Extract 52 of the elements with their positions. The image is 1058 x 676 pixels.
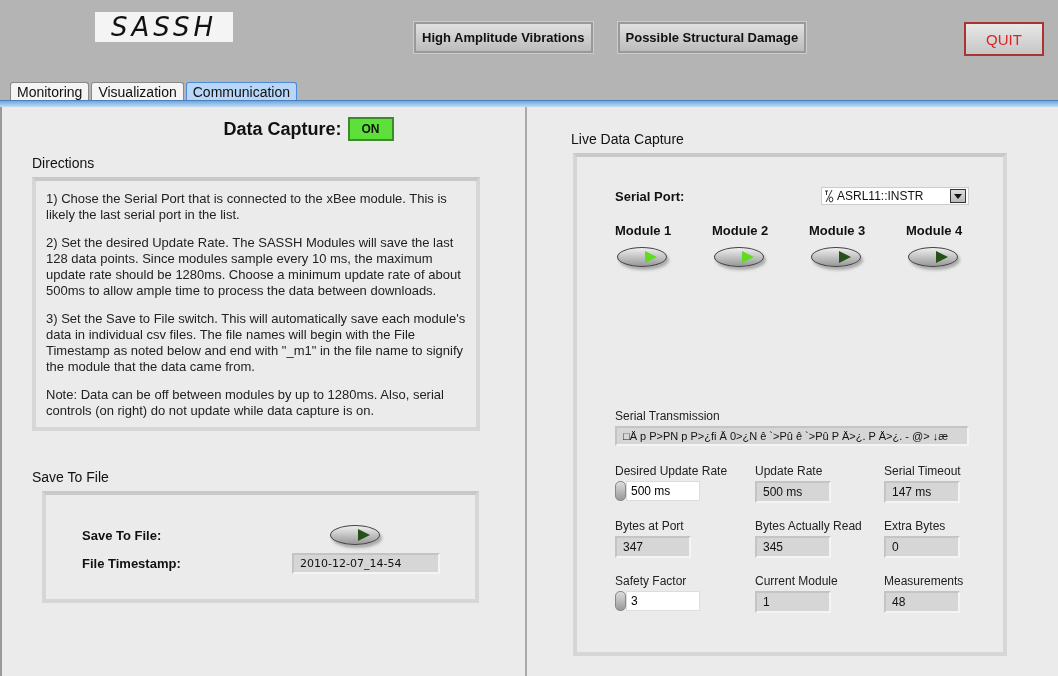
tab[interactable]: Visualization	[91, 82, 184, 100]
lamp-button[interactable]	[330, 525, 380, 545]
directions-text: 2) Set the desired Update Rate. The SASSH Modules will save the last 128 data points. Since modules sample every 10 ms, the maximum update rate should be 1280ms. Choose a minimum update rate of about 500ms to allow ample time to process the data between downloads.	[46, 235, 462, 299]
field-label: Measurements	[884, 574, 965, 588]
value-display: 500 ms	[755, 481, 831, 503]
timestamp-display: 2010-12-07_14-54	[292, 552, 440, 574]
module-label: Module 1	[615, 223, 672, 238]
io-icon	[824, 189, 834, 203]
section-title: Save To File	[32, 469, 110, 485]
section-title: Directions	[32, 155, 96, 171]
lamp-button[interactable]	[617, 247, 667, 267]
field-label: Safety Factor	[615, 574, 688, 588]
alarm-indicator: High Amplitude Vibrations	[414, 22, 593, 53]
lamp-button[interactable]	[908, 247, 958, 267]
input-field[interactable]: 500 ms	[626, 481, 700, 501]
module-label: Module 2	[712, 223, 769, 238]
data-capture-label: Data Capture:	[223, 118, 342, 140]
serial-port-dropdown[interactable]: ASRL11::INSTR	[821, 187, 969, 205]
spinner-icon[interactable]	[615, 591, 626, 611]
data-capture-indicator: ON	[347, 117, 394, 141]
value-display: 347	[615, 536, 691, 558]
field-label: Extra Bytes	[884, 519, 947, 533]
save-to-file-label: Save To File:	[82, 527, 163, 543]
directions-text: 3) Set the Save to File switch. This will automatically save each module's data in individual csv files. The file names will begin with the File Timestamp as noted below and end with "_m1" in the file name to signify the module that the data came from.	[46, 311, 467, 375]
serial-transmission-label: Serial Transmission	[615, 409, 721, 423]
field-label: Desired Update Rate	[615, 464, 729, 478]
tab[interactable]: Monitoring	[10, 82, 90, 100]
input-field[interactable]: 3	[626, 591, 700, 611]
field-label: Current Module	[755, 574, 839, 588]
field-label: Bytes Actually Read	[755, 519, 863, 533]
logo: SASSH	[95, 12, 233, 42]
directions-text: Note: Data can be off between modules by up to 1280ms. Also, serial controls (on right) do not update while data capture is on.	[46, 387, 445, 419]
field-label: Update Rate	[755, 464, 824, 478]
section-title: Live Data Capture	[571, 131, 685, 147]
lamp-button[interactable]	[811, 247, 861, 267]
field-label: Serial Timeout	[884, 464, 962, 478]
value-display: 345	[755, 536, 831, 558]
directions-text: 1) Chose the Serial Port that is connected to the xBee module. This is likely the last serial port in the list.	[46, 191, 448, 223]
value-display: 1	[755, 591, 831, 613]
lamp-button[interactable]	[714, 247, 764, 267]
value-display: 0	[884, 536, 960, 558]
module-label: Module 3	[809, 223, 866, 238]
value-display: 48	[884, 591, 960, 613]
field-label: Bytes at Port	[615, 519, 685, 533]
spinner-icon[interactable]	[615, 481, 626, 501]
tab[interactable]: Communication	[185, 82, 297, 100]
serial-port-label: Serial Port:	[615, 188, 685, 204]
value-display: 147 ms	[884, 481, 960, 503]
file-timestamp-label: File Timestamp:	[82, 555, 182, 571]
module-label: Module 4	[906, 223, 963, 238]
serial-transmission-display: □Ä p P>PN p P>¿fi Ä 0>¿N ê `>Pû ê `>Pû P Ä>¿. P Ä>¿. - @> ↓æ	[615, 426, 969, 446]
alarm-indicator: Possible Structural Damage	[617, 22, 807, 53]
